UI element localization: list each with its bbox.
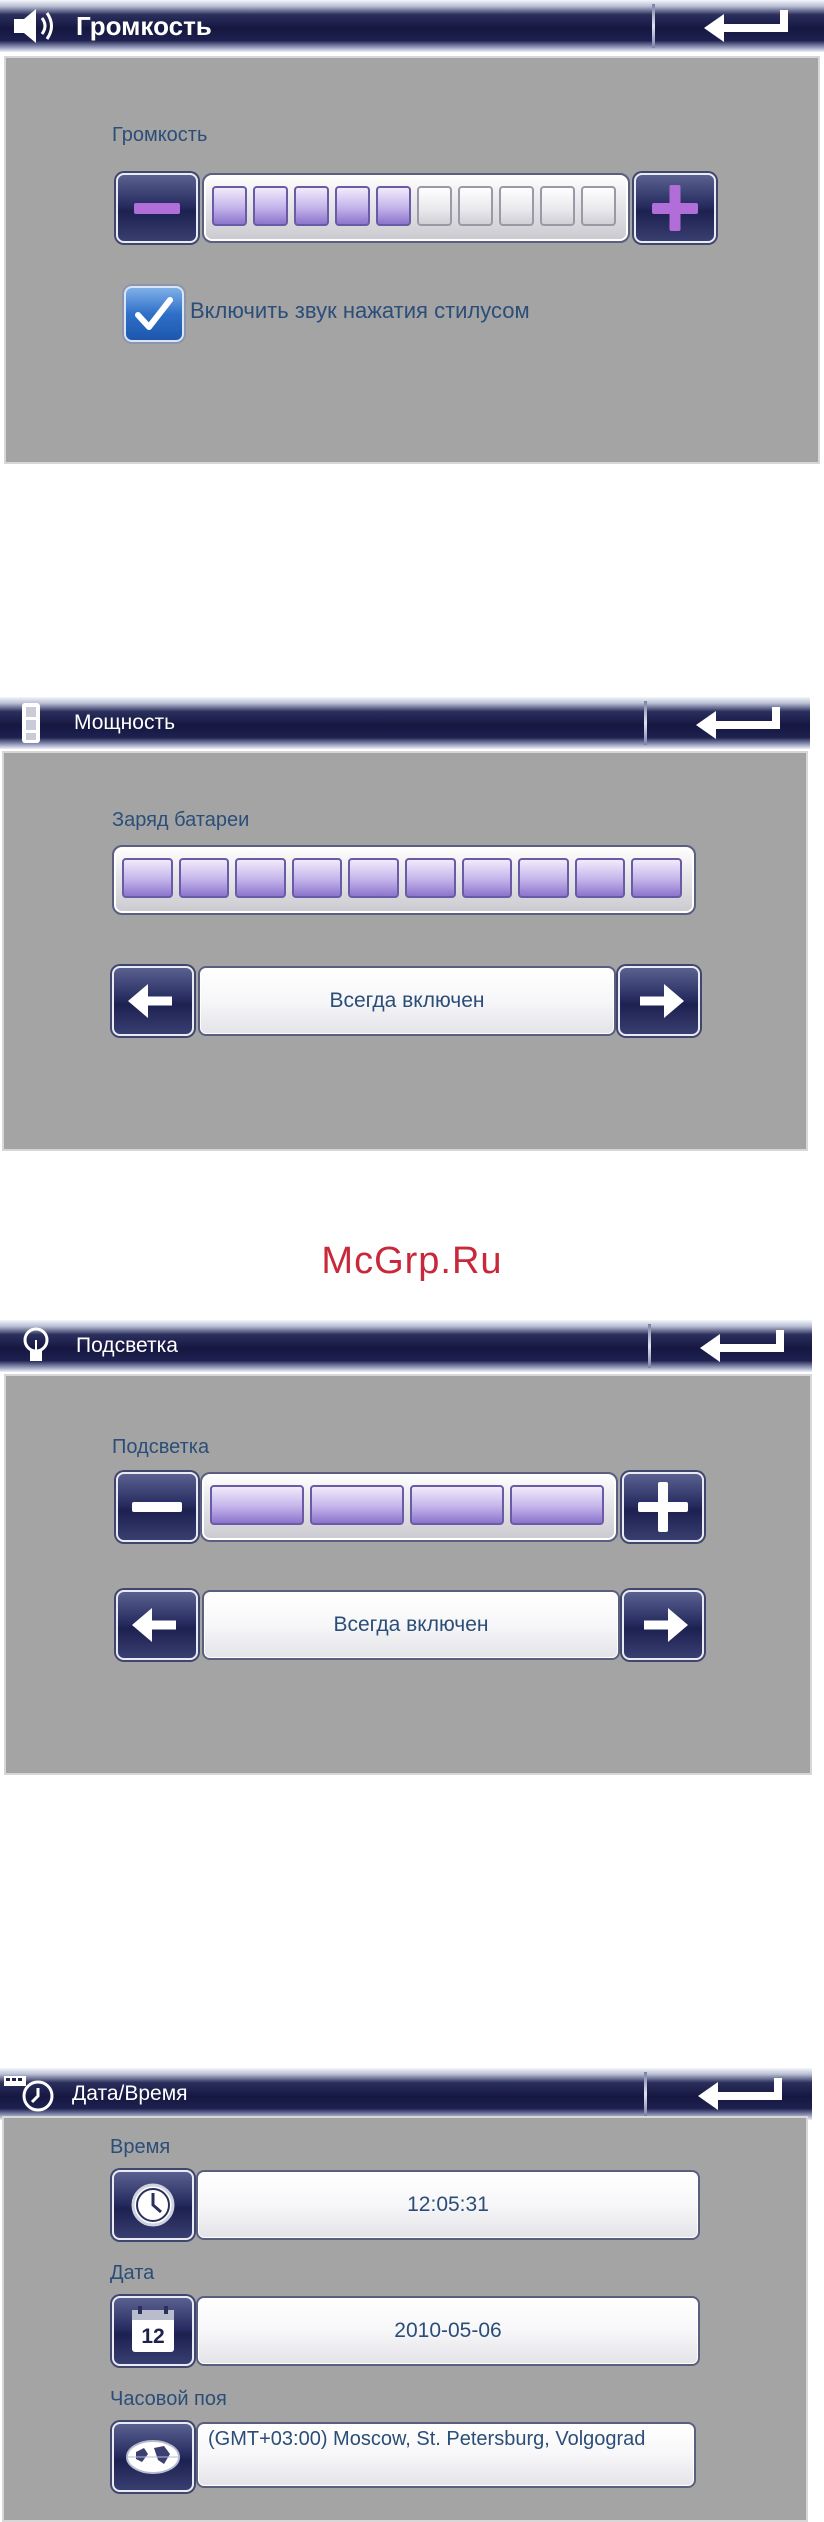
time-button[interactable] <box>112 2170 194 2240</box>
volume-panel: Громкость Громкость Включить звук нажати… <box>0 0 824 470</box>
battery-icon <box>10 701 64 745</box>
volume-segment <box>499 186 534 226</box>
power-panel: Мощность Заряд батареи Всегда включен <box>0 697 810 1157</box>
power-body: Заряд батареи Всегда включен <box>2 751 808 1151</box>
volume-segment <box>417 186 452 226</box>
battery-label: Заряд батареи <box>112 809 250 831</box>
time-label: Время <box>110 2136 171 2158</box>
date-field[interactable]: 2010-05-06 <box>196 2296 700 2366</box>
backlight-segment <box>210 1485 304 1525</box>
backlight-segment <box>310 1485 404 1525</box>
watermark-text: McGrp.Ru <box>321 1240 503 1282</box>
volume-segment <box>458 186 493 226</box>
volume-level-bar[interactable] <box>202 173 630 243</box>
date-label: Дата <box>110 2262 155 2284</box>
volume-segment <box>581 186 616 226</box>
backlight-segment <box>510 1485 604 1525</box>
backlight-label: Подсветка <box>112 1436 210 1458</box>
arrow-right-icon <box>644 1608 688 1642</box>
title-divider <box>644 701 647 745</box>
backlight-title: Подсветка <box>76 1334 178 1357</box>
arrow-right-icon <box>640 984 684 1018</box>
datetime-title-bar: Дата/Время <box>0 2068 812 2120</box>
volume-body: Громкость Включить звук нажатия стилусом <box>4 56 820 464</box>
backlight-title-bar: Подсветка <box>0 1320 812 1372</box>
arrow-left-icon <box>128 984 172 1018</box>
volume-title: Громкость <box>76 11 212 41</box>
minus-icon <box>134 203 180 214</box>
calendar-icon: 12 <box>141 2325 165 2348</box>
battery-segment <box>574 858 626 898</box>
backlight-body: Подсветка Всегда включен <box>4 1374 812 1775</box>
volume-title-bar: Громкость <box>0 0 824 52</box>
clock-icon <box>131 2183 175 2227</box>
backlight-segment <box>410 1485 504 1525</box>
back-button[interactable] <box>682 701 792 745</box>
title-divider <box>652 4 655 48</box>
backlight-increase-button[interactable] <box>622 1472 704 1542</box>
backlight-mode-field: Всегда включен <box>202 1590 620 1660</box>
datetime-body: Время 12:05:31 Дата 12 2010-05-06 Часово… <box>2 2116 808 2522</box>
backlight-decrease-button[interactable] <box>116 1472 198 1542</box>
battery-segment <box>235 858 286 898</box>
backlight-level-bar[interactable] <box>200 1472 618 1542</box>
backlight-mode-next-button[interactable] <box>622 1590 704 1660</box>
battery-segment <box>348 858 399 898</box>
plus-icon <box>638 1482 688 1532</box>
speaker-icon <box>6 4 60 48</box>
volume-decrease-button[interactable] <box>116 173 198 243</box>
back-arrow-icon <box>704 10 788 42</box>
power-title-bar: Мощность <box>0 697 810 749</box>
battery-segment <box>291 858 343 898</box>
battery-segment <box>518 858 569 898</box>
backlight-mode-prev-button[interactable] <box>116 1590 198 1660</box>
power-mode-field: Всегда включен <box>198 966 616 1036</box>
volume-segment <box>540 186 575 226</box>
volume-label: Громкость <box>112 124 208 146</box>
timezone-button[interactable] <box>112 2422 194 2492</box>
datetime-title: Дата/Время <box>72 2082 188 2105</box>
battery-segment <box>405 858 456 898</box>
plus-icon <box>652 185 698 231</box>
back-button[interactable] <box>690 4 800 48</box>
power-mode-prev-button[interactable] <box>112 966 194 1036</box>
lightbulb-icon <box>12 1324 66 1368</box>
timezone-field[interactable]: (GMT+03:00) Moscow, St. Petersburg, Volg… <box>196 2422 696 2488</box>
calendar-clock-icon <box>2 2072 56 2116</box>
time-field[interactable]: 12:05:31 <box>196 2170 700 2240</box>
battery-segment <box>178 858 230 898</box>
minus-icon <box>132 1502 182 1512</box>
world-map-icon <box>126 2440 180 2474</box>
stylus-sound-checkbox[interactable] <box>124 286 184 342</box>
date-button[interactable]: 12 <box>112 2296 194 2366</box>
back-arrow-icon <box>700 1330 784 1362</box>
datetime-panel: Дата/Время Время 12:05:31 Дата 12 2010-0… <box>0 2068 812 2522</box>
volume-segment <box>212 186 247 226</box>
title-divider <box>648 1324 651 1368</box>
stylus-sound-label[interactable]: Включить звук нажатия стилусом <box>190 298 530 324</box>
volume-segment <box>253 186 288 226</box>
battery-level-bar <box>112 845 696 915</box>
volume-segment <box>376 186 411 226</box>
back-arrow-icon <box>696 707 780 739</box>
volume-segment <box>294 186 329 226</box>
power-title: Мощность <box>74 711 176 734</box>
back-button[interactable] <box>686 1324 796 1368</box>
back-button[interactable] <box>684 2072 794 2116</box>
volume-increase-button[interactable] <box>634 173 716 243</box>
title-divider <box>644 2072 647 2116</box>
battery-segment <box>631 858 682 898</box>
volume-segment <box>335 186 370 226</box>
back-arrow-icon <box>698 2078 782 2110</box>
timezone-label: Часовой поя <box>110 2388 227 2410</box>
battery-segment <box>122 858 173 898</box>
power-mode-next-button[interactable] <box>618 966 700 1036</box>
arrow-left-icon <box>132 1608 176 1642</box>
checkmark-icon <box>135 297 173 330</box>
battery-segment <box>461 858 513 898</box>
backlight-panel: Подсветка Подсветка Всегда включен <box>0 1320 812 1775</box>
